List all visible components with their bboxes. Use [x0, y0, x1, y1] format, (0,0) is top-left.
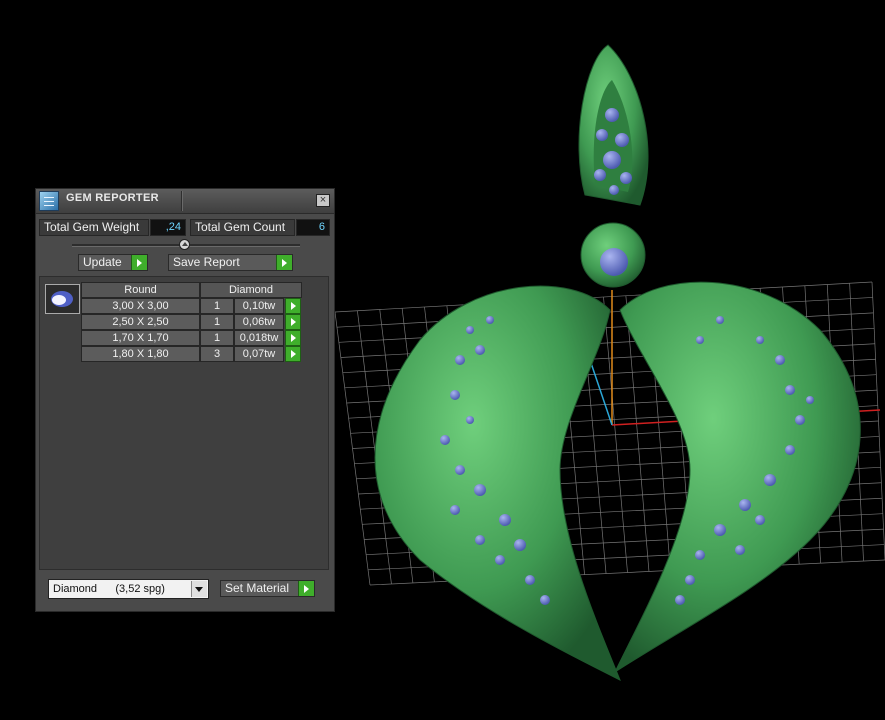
update-button[interactable]: Update: [78, 254, 148, 271]
set-material-button[interactable]: Set Material: [220, 580, 315, 597]
play-arrow-icon: [131, 255, 147, 270]
title-bar[interactable]: GEM REPORTER ×: [36, 189, 334, 214]
play-arrow-icon: [276, 255, 292, 270]
row-count: 1: [200, 298, 234, 314]
row-weight: 0,06tw: [234, 314, 284, 330]
row-count: 1: [200, 330, 234, 346]
total-gem-weight-value: ,24: [150, 219, 186, 236]
panel-slider-knob[interactable]: [179, 239, 190, 250]
row-select-arrow-icon[interactable]: [285, 346, 301, 362]
column-header-shape: Round: [81, 282, 200, 298]
chevron-down-icon[interactable]: [191, 581, 207, 597]
close-icon[interactable]: ×: [316, 194, 330, 207]
row-select-arrow-icon[interactable]: [285, 330, 301, 346]
total-gem-count-value: 6: [296, 219, 330, 236]
gem-reporter-icon: [39, 191, 59, 211]
total-gem-count-label: Total Gem Count: [190, 219, 295, 236]
pendant-model[interactable]: [374, 44, 861, 682]
row-size: 1,70 X 1,70: [81, 330, 200, 346]
column-header-material: Diamond: [200, 282, 302, 298]
play-arrow-icon: [298, 581, 314, 596]
set-material-label: Set Material: [225, 581, 290, 595]
material-select[interactable]: Diamond (3,52 spg): [48, 579, 209, 599]
row-size: 2,50 X 2,50: [81, 314, 200, 330]
row-select-arrow-icon[interactable]: [285, 298, 301, 314]
row-count: 1: [200, 314, 234, 330]
total-gem-weight-label: Total Gem Weight: [39, 219, 149, 236]
row-weight: 0,07tw: [234, 346, 284, 362]
row-size: 1,80 X 1,80: [81, 346, 200, 362]
save-report-label: Save Report: [173, 255, 240, 269]
row-size: 3,00 X 3,00: [81, 298, 200, 314]
row-count: 3: [200, 346, 234, 362]
update-label: Update: [83, 255, 122, 269]
row-select-arrow-icon[interactable]: [285, 314, 301, 330]
save-report-button[interactable]: Save Report: [168, 254, 293, 271]
gem-reporter-panel: GEM REPORTER × Total Gem Weight ,24 Tota…: [35, 188, 335, 612]
round-gem-icon: [45, 284, 80, 314]
row-weight: 0,10tw: [234, 298, 284, 314]
window-title: GEM REPORTER: [66, 192, 159, 204]
row-weight: 0,018tw: [234, 330, 284, 346]
material-select-value: Diamond (3,52 spg): [53, 583, 165, 595]
title-divider: [181, 191, 182, 211]
